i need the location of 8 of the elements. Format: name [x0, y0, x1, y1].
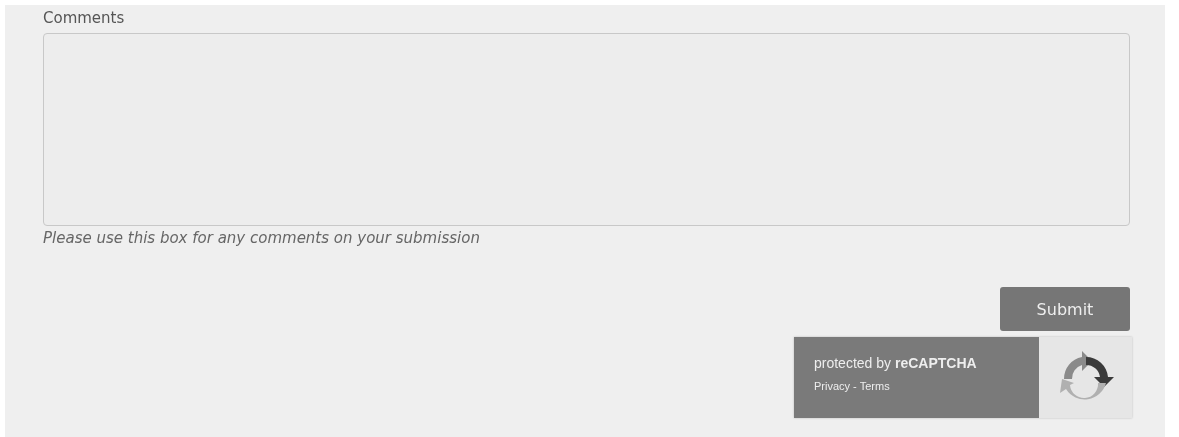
- field-label: Comments: [43, 9, 125, 27]
- submit-button[interactable]: Submit: [1000, 287, 1130, 331]
- field-hint: Please use this box for any comments on your submission: [43, 229, 480, 247]
- comments-field[interactable]: [43, 33, 1130, 226]
- footer-link[interactable]: Terms: [859, 380, 890, 392]
- recaptcha-text: protected by reCAPTCHA: [814, 355, 977, 371]
- link-separator: -: [853, 380, 857, 392]
- footer-link[interactable]: Privacy: [814, 380, 851, 392]
